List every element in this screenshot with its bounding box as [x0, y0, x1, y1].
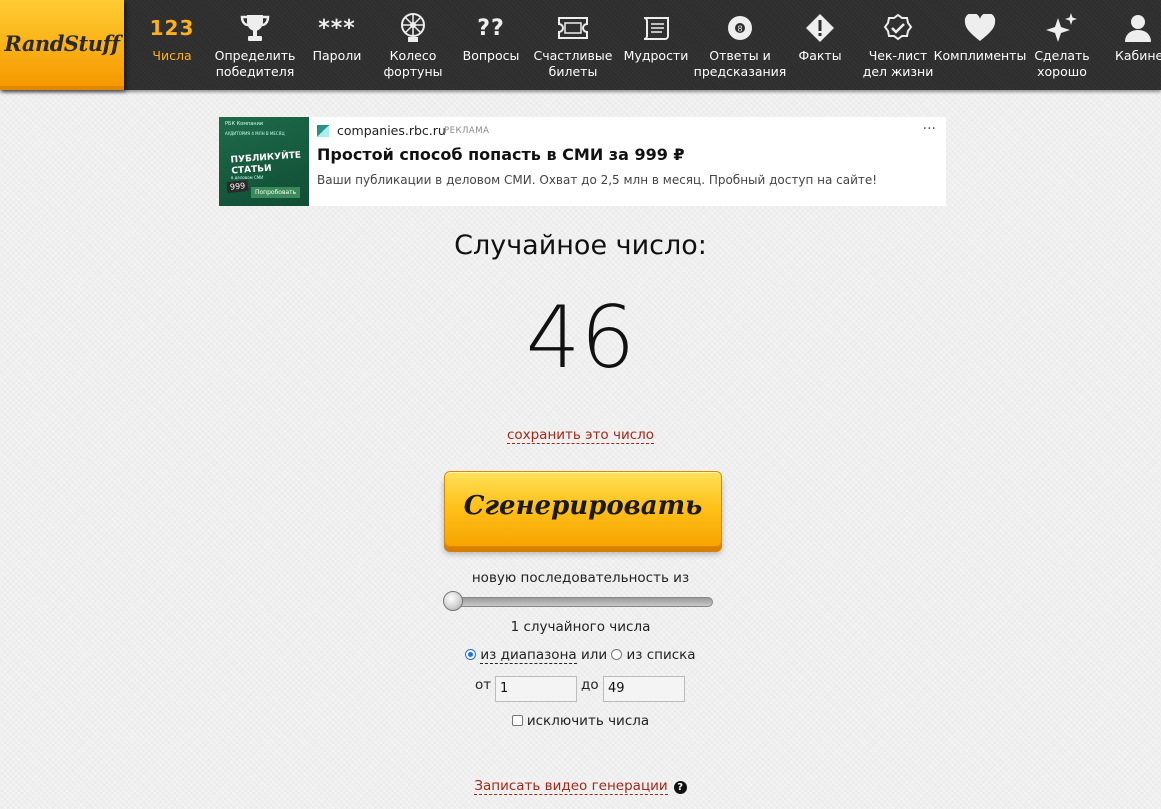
asterisks-icon: *** [318, 15, 356, 41]
ad-image-headline: ПУБЛИКУЙТЕ СТАТЬИ [230, 150, 302, 177]
record-video-link[interactable]: Записать видео генерации [474, 778, 668, 795]
nav-item-questions[interactable]: ?? Вопросы [456, 0, 526, 90]
nav-label: Чек-лист дел жизни [862, 48, 934, 79]
heart-icon [964, 8, 996, 48]
exclamation-icon [805, 8, 835, 48]
nav-label: Вопросы [462, 48, 520, 63]
ad-description: Ваши публикации в деловом СМИ. Охват до … [317, 173, 878, 187]
mode-or-text: или [580, 647, 608, 663]
ad-title[interactable]: Простой способ попасть в СМИ за 999 ₽ [317, 145, 685, 164]
ticket-icon [556, 8, 590, 48]
range-from-input[interactable]: 1 [495, 676, 577, 702]
nav-item-checklist[interactable]: Чек-лист дел жизни [862, 0, 934, 90]
range-mode-label[interactable]: из диапазона [480, 647, 577, 664]
svg-text:8: 8 [737, 25, 742, 34]
ad-label: РЕКЛАМА [444, 126, 490, 136]
nav-label: Пароли [312, 48, 362, 63]
numbers-icon: 123 [149, 16, 195, 40]
sequence-label: новую последовательность из [471, 570, 690, 586]
generate-button-label: Сгенерировать [463, 491, 703, 521]
scroll-icon [640, 8, 672, 48]
nav-item-facts[interactable]: Факты [792, 0, 848, 90]
generate-button[interactable]: Сгенерировать [444, 471, 722, 547]
exclude-numbers-checkbox[interactable] [511, 715, 523, 726]
nav-item-numbers[interactable]: 123 Числа [140, 0, 204, 90]
ad-image-price: 999 [226, 179, 249, 194]
exclude-numbers-row: исключить числа [0, 713, 1161, 729]
range-to-label: до [581, 677, 599, 693]
top-navigation: RandStuff 123 Числа Определить победител… [0, 0, 1161, 90]
count-slider-handle[interactable] [443, 591, 463, 611]
ad-image-cta: Попробовать [251, 187, 301, 198]
list-mode-label[interactable]: из списка [626, 647, 695, 663]
nav-label: Мудрости [623, 48, 689, 63]
magic-ball-icon: 8 [726, 8, 754, 48]
random-number-result: 46 [525, 288, 636, 388]
save-number-link[interactable]: сохранить это число [506, 427, 655, 444]
wheel-icon [398, 8, 428, 48]
nav-label: Кабинет [1115, 48, 1161, 63]
save-number-container: сохранить это число [0, 427, 1161, 444]
sparkle-icon [1045, 8, 1079, 48]
ad-image[interactable]: РБК Компании АУДИТОРИЯ 4 МЛН В МЕСЯЦ ПУБ… [219, 117, 309, 206]
checklist-badge-icon [883, 8, 913, 48]
nav-item-passwords[interactable]: *** Пароли [306, 0, 368, 90]
range-from-label: от [475, 677, 492, 693]
nav-label: Комплименты [933, 48, 1027, 63]
ad-more-menu-icon[interactable]: ··· [923, 121, 936, 137]
range-to-input[interactable]: 49 [603, 676, 685, 702]
ad-favicon [317, 125, 329, 137]
result-heading: Случайное число: [454, 230, 707, 261]
nav-label: Сделать хорошо [1034, 48, 1090, 79]
trophy-icon [240, 8, 270, 48]
nav-item-compliments[interactable]: Комплименты [933, 0, 1027, 90]
ad-domain[interactable]: companies.rbc.ru [337, 123, 446, 138]
count-slider-track[interactable] [445, 597, 713, 607]
nav-label: Факты [798, 48, 842, 63]
nav-item-wheel[interactable]: Колесо фортуны [380, 0, 446, 90]
advertisement-banner[interactable]: РБК Компании АУДИТОРИЯ 4 МЛН В МЕСЯЦ ПУБ… [219, 117, 946, 206]
ad-image-brand: РБК Компании [225, 121, 264, 127]
exclude-numbers-label[interactable]: исключить числа [527, 713, 649, 729]
nav-item-tickets[interactable]: Счастливые билеты [532, 0, 614, 90]
ad-image-audience: АУДИТОРИЯ 4 МЛН В МЕСЯЦ [225, 131, 285, 136]
nav-label: Числа [152, 48, 192, 63]
nav-item-do-good[interactable]: Сделать хорошо [1030, 0, 1094, 90]
site-logo[interactable]: RandStuff [0, 0, 124, 90]
nav-item-account[interactable]: Кабинет [1110, 0, 1161, 90]
help-icon[interactable]: ? [673, 781, 687, 794]
user-icon [1110, 8, 1152, 48]
nav-label: Счастливые билеты [533, 48, 613, 79]
logo-text: RandStuff [4, 30, 120, 56]
mode-selector: из диапазона или из списка [0, 647, 1161, 664]
nav-item-wisdom[interactable]: Мудрости [622, 0, 690, 90]
nav-label: Определить победителя [214, 48, 296, 79]
range-mode-radio[interactable] [465, 649, 477, 660]
nav-item-winner[interactable]: Определить победителя [212, 0, 298, 90]
question-icon: ?? [477, 15, 505, 41]
count-label: 1 случайного числа [510, 619, 651, 635]
nav-label: Ответы и предсказания [693, 48, 787, 79]
record-video-row: Записать видео генерации? [0, 778, 1161, 795]
nav-item-answers[interactable]: 8 Ответы и предсказания [694, 0, 786, 90]
nav-label: Колесо фортуны [383, 48, 443, 79]
list-mode-radio[interactable] [611, 649, 623, 660]
